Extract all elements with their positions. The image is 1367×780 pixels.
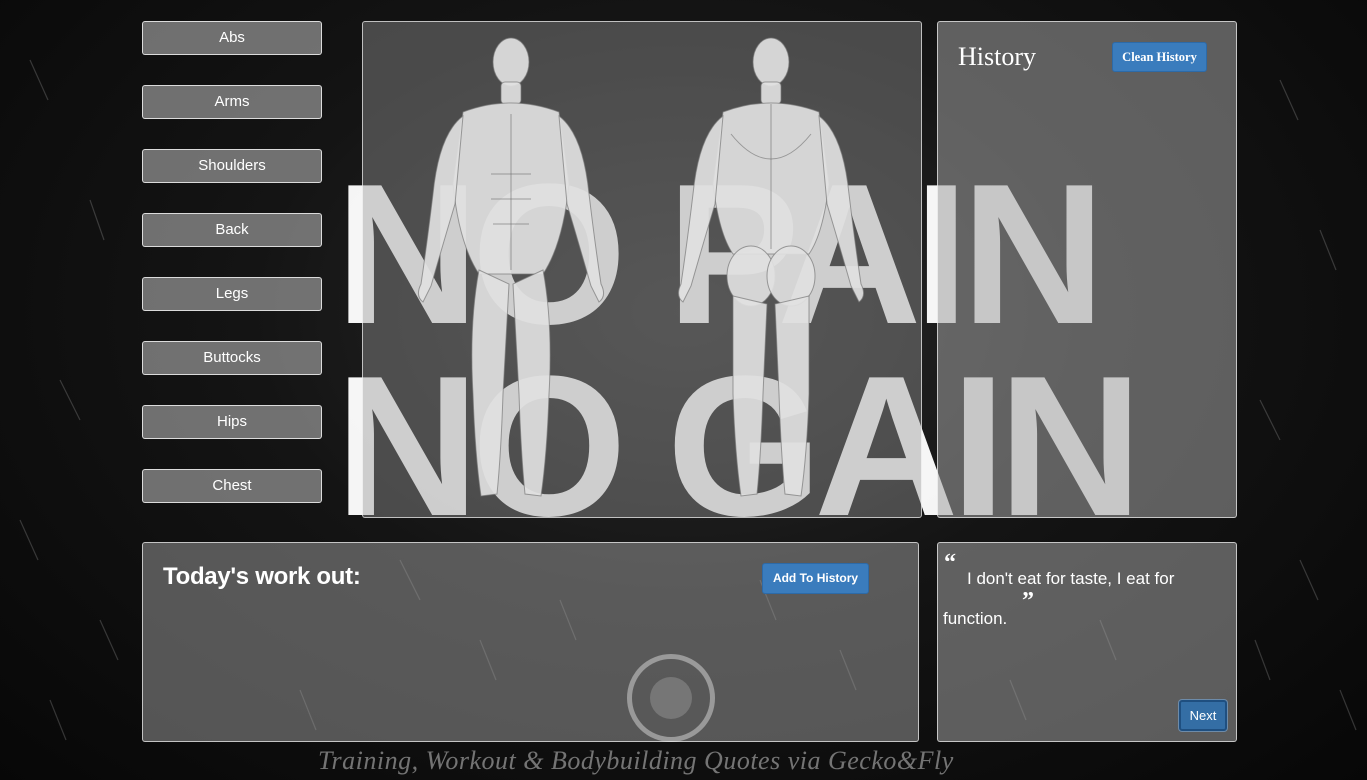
- menu-button-back[interactable]: Back: [142, 213, 322, 247]
- next-quote-button[interactable]: Next: [1179, 700, 1227, 731]
- menu-button-hips[interactable]: Hips: [142, 405, 322, 439]
- menu-button-buttocks[interactable]: Buttocks: [142, 341, 322, 375]
- menu-button-chest[interactable]: Chest: [142, 469, 322, 503]
- menu-button-abs[interactable]: Abs: [142, 21, 322, 55]
- anatomy-back-icon[interactable]: [653, 34, 883, 514]
- close-quote-icon: ”: [1022, 588, 1034, 614]
- history-panel: History Clean History: [937, 21, 1237, 518]
- clean-history-button[interactable]: Clean History: [1112, 42, 1207, 72]
- anatomy-panel: [362, 21, 922, 518]
- menu-button-shoulders[interactable]: Shoulders: [142, 149, 322, 183]
- workout-panel: Today's work out: Add To History: [142, 542, 919, 742]
- history-title: History: [958, 42, 1036, 71]
- workout-title: Today's work out:: [163, 563, 361, 590]
- menu-button-legs[interactable]: Legs: [142, 277, 322, 311]
- background-caption: Training, Workout & Bodybuilding Quotes …: [318, 746, 954, 775]
- anatomy-front-icon[interactable]: [393, 34, 623, 514]
- menu-button-arms[interactable]: Arms: [142, 85, 322, 119]
- add-to-history-button[interactable]: Add To History: [762, 563, 869, 594]
- quote-panel: “ I don't eat for taste, I eat for funct…: [937, 542, 1237, 742]
- quote-text: I don't eat for taste, I eat for functio…: [943, 569, 1175, 628]
